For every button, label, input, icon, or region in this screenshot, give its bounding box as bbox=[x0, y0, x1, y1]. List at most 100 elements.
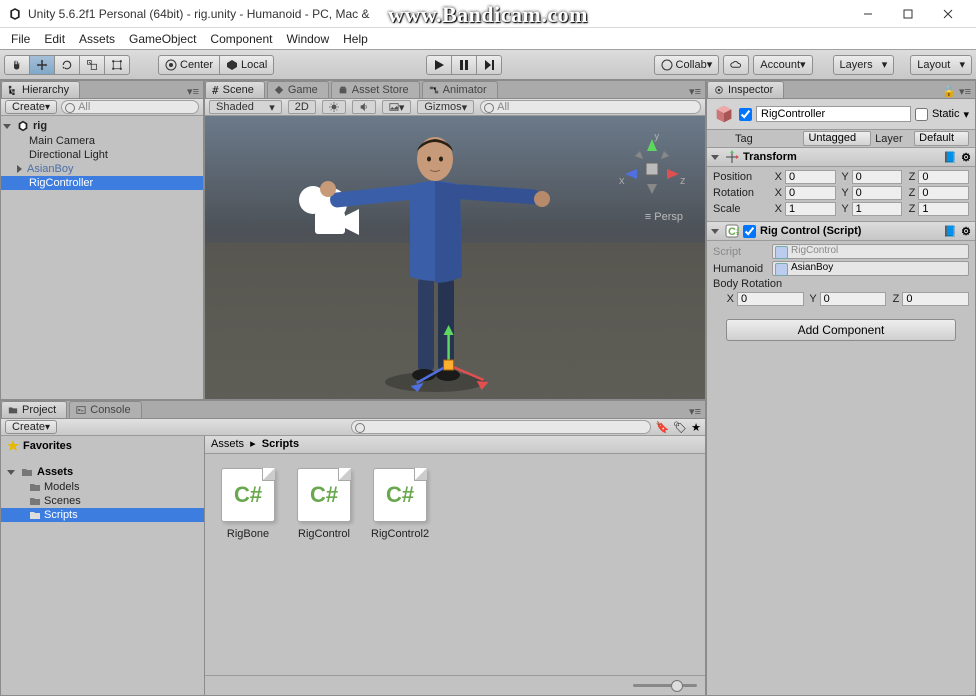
minimize-button[interactable] bbox=[848, 0, 888, 28]
menu-file[interactable]: File bbox=[4, 30, 37, 48]
project-tab[interactable]: Project bbox=[1, 401, 67, 418]
pivot-center-toggle[interactable]: Center bbox=[158, 55, 220, 75]
thumbnail-size-slider[interactable] bbox=[633, 684, 697, 687]
close-button[interactable] bbox=[928, 0, 968, 28]
move-tool[interactable] bbox=[29, 55, 55, 75]
panel-menu-icon[interactable]: 🔒 ▾≡ bbox=[938, 85, 975, 98]
menu-window[interactable]: Window bbox=[279, 30, 336, 48]
hierarchy-create-dropdown[interactable]: Create ▾ bbox=[5, 100, 57, 114]
scene-tab[interactable]: #Scene bbox=[205, 81, 265, 98]
play-button[interactable] bbox=[426, 55, 452, 75]
gameobject-active-toggle[interactable] bbox=[739, 108, 752, 121]
audio-toggle[interactable] bbox=[352, 100, 376, 114]
menu-component[interactable]: Component bbox=[203, 30, 279, 48]
rotate-tool[interactable] bbox=[54, 55, 80, 75]
maximize-button[interactable] bbox=[888, 0, 928, 28]
assetstore-tab[interactable]: Asset Store bbox=[331, 81, 420, 98]
component-help-icon[interactable]: 📘 bbox=[943, 225, 957, 238]
component-menu-icon[interactable]: ⚙ bbox=[961, 151, 971, 164]
bodyrot-x[interactable] bbox=[737, 292, 804, 306]
filter-by-label-icon[interactable]: 🔖 bbox=[655, 421, 669, 434]
save-search-icon[interactable]: ★ bbox=[691, 421, 701, 434]
component-menu-icon[interactable]: ⚙ bbox=[961, 225, 971, 238]
orientation-gizmo[interactable]: y z x bbox=[617, 134, 687, 204]
foldout-icon[interactable] bbox=[3, 124, 11, 129]
panel-menu-icon[interactable]: ▾≡ bbox=[183, 85, 203, 98]
step-button[interactable] bbox=[476, 55, 502, 75]
pivot-local-toggle[interactable]: Local bbox=[219, 55, 274, 75]
script-field[interactable]: RigControl bbox=[772, 244, 969, 259]
rect-tool[interactable] bbox=[104, 55, 130, 75]
position-y[interactable] bbox=[852, 170, 903, 184]
project-folder[interactable]: Models bbox=[1, 480, 204, 494]
component-help-icon[interactable]: 📘 bbox=[943, 151, 957, 164]
layers-dropdown[interactable]: Layers ▾ bbox=[833, 55, 895, 75]
rotation-z[interactable] bbox=[918, 186, 969, 200]
fx-toggle[interactable]: ▾ bbox=[382, 100, 412, 114]
scene-search-input[interactable]: All bbox=[480, 100, 701, 114]
hierarchy-item[interactable]: Main Camera bbox=[1, 134, 203, 148]
lighting-toggle[interactable] bbox=[322, 100, 346, 114]
scale-x[interactable] bbox=[785, 202, 836, 216]
menu-edit[interactable]: Edit bbox=[37, 30, 72, 48]
project-folder-selected[interactable]: Scripts bbox=[1, 508, 204, 522]
scene-root[interactable]: rig bbox=[1, 118, 203, 134]
scene-viewport[interactable]: y z x ≡ Persp bbox=[205, 116, 705, 399]
scale-tool[interactable] bbox=[79, 55, 105, 75]
foldout-icon[interactable] bbox=[7, 470, 15, 475]
gizmos-dropdown[interactable]: Gizmos ▾ bbox=[417, 100, 474, 114]
hierarchy-item[interactable]: AsianBoy bbox=[1, 162, 203, 176]
humanoid-field[interactable]: AsianBoy bbox=[772, 261, 969, 276]
panel-menu-icon[interactable]: ▾≡ bbox=[685, 405, 705, 418]
perspective-label[interactable]: ≡ Persp bbox=[645, 211, 683, 223]
asset-item[interactable]: C#RigBone bbox=[219, 468, 277, 540]
menu-gameobject[interactable]: GameObject bbox=[122, 30, 203, 48]
panel-menu-icon[interactable]: ▾≡ bbox=[685, 85, 705, 98]
position-x[interactable] bbox=[785, 170, 836, 184]
tag-dropdown[interactable]: Untagged bbox=[803, 131, 871, 146]
project-create-dropdown[interactable]: Create ▾ bbox=[5, 420, 57, 434]
bodyrot-y[interactable] bbox=[820, 292, 887, 306]
hierarchy-item[interactable]: Directional Light bbox=[1, 148, 203, 162]
account-dropdown[interactable]: Account ▾ bbox=[753, 55, 812, 75]
shading-dropdown[interactable]: Shaded ▾ bbox=[209, 100, 282, 114]
assets-header[interactable]: Assets bbox=[1, 464, 204, 480]
foldout-icon[interactable] bbox=[711, 155, 719, 160]
hierarchy-item-selected[interactable]: RigController bbox=[1, 176, 203, 190]
project-breadcrumb[interactable]: Assets ▸ Scripts bbox=[205, 436, 705, 454]
game-tab[interactable]: Game bbox=[267, 81, 329, 98]
inspector-tab[interactable]: Inspector bbox=[707, 81, 784, 98]
script-enabled-toggle[interactable] bbox=[743, 225, 756, 238]
filter-by-type-icon[interactable]: 🏷 bbox=[673, 421, 687, 434]
animator-tab[interactable]: Animator bbox=[422, 81, 498, 98]
menu-assets[interactable]: Assets bbox=[72, 30, 122, 48]
hand-tool[interactable] bbox=[4, 55, 30, 75]
scale-y[interactable] bbox=[852, 202, 903, 216]
project-search-input[interactable] bbox=[351, 420, 651, 434]
position-z[interactable] bbox=[918, 170, 969, 184]
layer-dropdown[interactable]: Default bbox=[914, 131, 969, 146]
foldout-icon[interactable] bbox=[711, 229, 719, 234]
move-gizmo-icon[interactable] bbox=[409, 325, 489, 399]
bodyrot-z[interactable] bbox=[902, 292, 969, 306]
asset-item[interactable]: C#RigControl bbox=[295, 468, 353, 540]
console-tab[interactable]: Console bbox=[69, 401, 141, 418]
asset-item[interactable]: C#RigControl2 bbox=[371, 468, 429, 540]
add-component-button[interactable]: Add Component bbox=[726, 319, 956, 341]
hierarchy-search-input[interactable]: All bbox=[61, 100, 199, 114]
pause-button[interactable] bbox=[451, 55, 477, 75]
scale-z[interactable] bbox=[918, 202, 969, 216]
project-folder[interactable]: Scenes bbox=[1, 494, 204, 508]
gameobject-name-input[interactable] bbox=[756, 106, 911, 122]
2d-toggle[interactable]: 2D bbox=[288, 100, 316, 114]
favorites-header[interactable]: Favorites bbox=[1, 438, 204, 454]
collab-dropdown[interactable]: Collab ▾ bbox=[654, 55, 720, 75]
rotation-y[interactable] bbox=[852, 186, 903, 200]
cloud-button[interactable] bbox=[723, 55, 749, 75]
hierarchy-tab[interactable]: Hierarchy bbox=[1, 81, 80, 98]
rotation-x[interactable] bbox=[785, 186, 836, 200]
static-toggle[interactable] bbox=[915, 108, 928, 121]
layout-dropdown[interactable]: Layout ▾ bbox=[910, 55, 972, 75]
menu-help[interactable]: Help bbox=[336, 30, 375, 48]
foldout-icon[interactable] bbox=[17, 165, 22, 173]
